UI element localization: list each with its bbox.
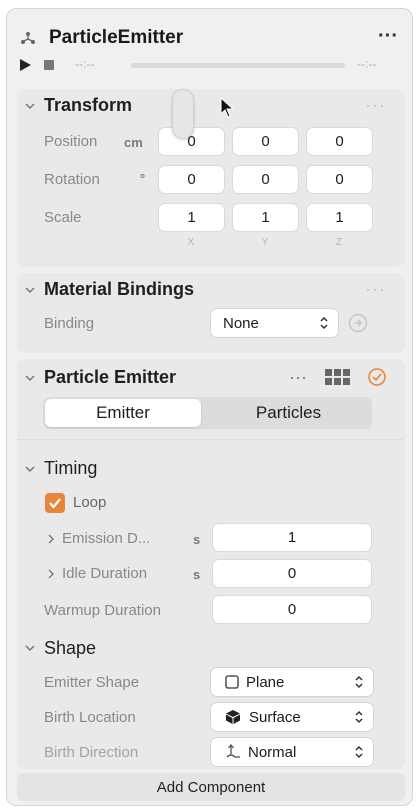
idle-duration-label: Idle Duration <box>62 565 148 582</box>
rotation-x-field[interactable]: 0 <box>159 166 224 193</box>
scale-z-field[interactable]: 1 <box>307 204 372 231</box>
emission-duration-label: Emission D... <box>62 530 151 547</box>
chevron-updown-icon <box>320 316 328 330</box>
emitter-icon <box>21 32 35 44</box>
position-z-field[interactable]: 0 <box>307 128 372 155</box>
component-title: ParticleEmitter <box>49 27 184 48</box>
normal-direction-icon <box>226 744 240 758</box>
birth-location-label: Birth Location <box>44 709 136 726</box>
timing-title[interactable]: Timing <box>44 458 97 479</box>
rotation-label: Rotation <box>44 171 100 188</box>
emitter-more-icon[interactable]: ··· <box>289 367 307 388</box>
birth-direction-label: Birth Direction <box>44 744 139 761</box>
idle-unit: s <box>193 567 201 582</box>
timeline-scrubber[interactable] <box>131 63 345 68</box>
chevron-updown-icon <box>355 745 363 759</box>
material-bindings-title[interactable]: Material Bindings <box>44 279 194 300</box>
birth-direction-value: Normal <box>248 743 297 761</box>
rotation-z-field[interactable]: 0 <box>307 166 372 193</box>
plane-icon <box>225 675 239 689</box>
add-component-button[interactable]: Add Component <box>17 773 405 801</box>
rotation-y-field[interactable]: 0 <box>233 166 298 193</box>
idle-duration-field[interactable]: 0 <box>213 560 371 587</box>
more-options-icon[interactable]: ··· <box>378 25 398 48</box>
chevron-right-icon[interactable] <box>47 534 55 544</box>
birth-location-select[interactable]: Surface <box>211 703 373 731</box>
axis-y-label: Y <box>261 237 269 248</box>
position-y-field[interactable]: 0 <box>233 128 298 155</box>
stop-icon[interactable] <box>43 59 55 71</box>
axis-z-label: Z <box>335 237 343 248</box>
warmup-duration-label: Warmup Duration <box>44 602 161 619</box>
chevron-down-icon[interactable] <box>25 101 35 111</box>
chevron-down-icon[interactable] <box>25 464 35 474</box>
scale-y-field[interactable]: 1 <box>233 204 298 231</box>
drag-handle[interactable] <box>172 89 194 139</box>
tab-emitter[interactable]: Emitter <box>45 399 201 427</box>
rotation-unit: ° <box>140 171 146 186</box>
emission-duration-field[interactable]: 1 <box>213 524 371 551</box>
emitter-shape-value: Plane <box>246 673 285 691</box>
scale-label: Scale <box>44 209 82 226</box>
chevron-down-icon[interactable] <box>25 373 35 383</box>
chevron-down-icon[interactable] <box>25 285 35 295</box>
position-label: Position <box>44 133 98 150</box>
play-icon[interactable] <box>18 58 32 72</box>
mouse-cursor-icon <box>220 97 235 118</box>
birth-location-value: Surface <box>249 708 301 726</box>
warmup-duration-field[interactable]: 0 <box>213 596 371 623</box>
birth-direction-select[interactable]: Normal <box>211 738 373 766</box>
loop-checkbox[interactable] <box>45 493 65 513</box>
inspector-panel: ParticleEmitter ··· --:-- --:-- Transfor… <box>6 8 413 806</box>
material-more-icon[interactable]: ··· <box>365 279 386 300</box>
axis-x-label: X <box>187 237 195 248</box>
grid-icon[interactable] <box>325 369 351 385</box>
chevron-down-icon[interactable] <box>25 643 35 653</box>
binding-select-value: None <box>223 314 259 332</box>
scale-x-field[interactable]: 1 <box>159 204 224 231</box>
particle-emitter-title[interactable]: Particle Emitter <box>44 367 176 388</box>
loop-label: Loop <box>73 494 107 511</box>
chevron-updown-icon <box>355 710 363 724</box>
transform-title[interactable]: Transform <box>44 95 132 116</box>
position-unit: cm <box>124 135 143 150</box>
enabled-check-icon[interactable] <box>367 367 387 387</box>
emitter-shape-label: Emitter Shape <box>44 674 140 691</box>
cube-icon <box>226 710 240 724</box>
time-start-label: --:-- <box>75 57 95 71</box>
binding-label: Binding <box>44 315 95 332</box>
transform-more-icon[interactable]: ··· <box>365 95 386 116</box>
emitter-shape-select[interactable]: Plane <box>211 668 373 696</box>
chevron-right-icon[interactable] <box>47 569 55 579</box>
shape-title[interactable]: Shape <box>44 638 96 659</box>
chevron-updown-icon <box>355 675 363 689</box>
tab-particles[interactable]: Particles <box>207 399 370 427</box>
time-end-label: --:-- <box>357 57 377 71</box>
navigate-arrow-icon[interactable] <box>348 313 368 333</box>
emission-unit: s <box>193 532 201 547</box>
divider <box>17 439 403 440</box>
binding-select[interactable]: None <box>211 309 338 337</box>
